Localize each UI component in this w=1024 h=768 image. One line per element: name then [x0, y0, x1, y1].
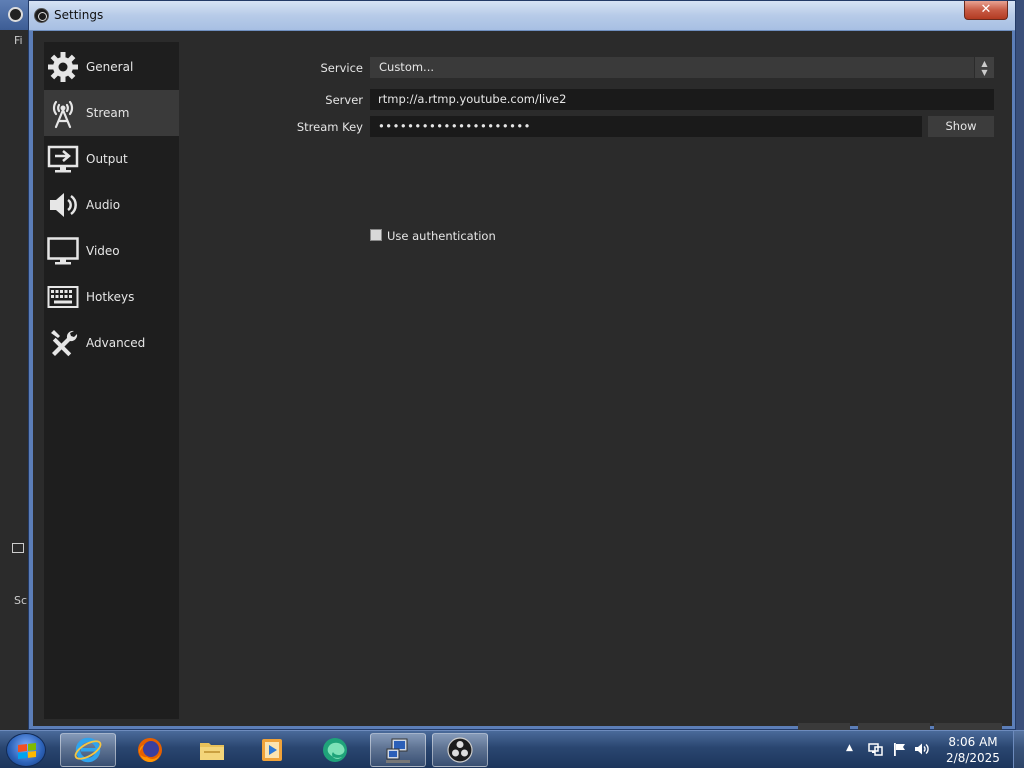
taskbar-obs[interactable]: [432, 733, 488, 767]
close-button[interactable]: ✕: [964, 1, 1008, 20]
taskbar-network-setup[interactable]: [370, 733, 426, 767]
service-select[interactable]: Custom... ▲ ▼: [370, 57, 994, 78]
sidebar-item-output[interactable]: Output: [44, 136, 179, 182]
firefox-icon: [138, 738, 162, 763]
service-label: Service: [320, 61, 363, 75]
taskbar-media-player[interactable]: [244, 733, 300, 767]
sidebar-item-label: Output: [86, 152, 128, 166]
cancel-button[interactable]: [858, 723, 930, 730]
edge-icon: [323, 738, 347, 762]
show-key-button[interactable]: Show: [928, 116, 994, 137]
sidebar-item-label: General: [86, 60, 134, 74]
media-player-icon: [262, 739, 282, 761]
network-icon[interactable]: [867, 741, 883, 757]
taskbar-file-explorer[interactable]: [184, 733, 240, 767]
file-explorer-icon: [200, 743, 224, 760]
clock-date: 2/8/2025: [946, 751, 1000, 765]
show-desktop-button[interactable]: [1013, 731, 1024, 768]
sidebar-item-label: Stream: [86, 106, 130, 120]
taskbar-firefox[interactable]: [122, 733, 178, 767]
sidebar-item-general[interactable]: General: [44, 44, 179, 90]
windows-logo-icon: [18, 743, 36, 759]
server-input[interactable]: rtmp://a.rtmp.youtube.com/live2: [370, 89, 994, 110]
server-label: Server: [325, 93, 363, 107]
stream-key-input[interactable]: •••••••••••••••••••••: [370, 116, 922, 137]
settings-sidebar: General Stream Output Audio Video Hotkey…: [44, 42, 179, 719]
service-value: Custom...: [379, 60, 435, 74]
sidebar-item-stream[interactable]: Stream: [44, 90, 179, 136]
apply-button[interactable]: [934, 723, 1002, 730]
taskbar-clock[interactable]: 8:06 AM 2/8/2025: [935, 734, 1011, 766]
background-menu-text: Fi: [14, 34, 23, 47]
sidebar-item-hotkeys[interactable]: Hotkeys: [44, 274, 179, 320]
obs-icon: [34, 8, 49, 23]
sidebar-item-advanced[interactable]: Advanced: [44, 320, 179, 366]
clock-time: 8:06 AM: [948, 735, 998, 749]
monitor-icon: [46, 234, 80, 268]
monitor-icon: [12, 543, 24, 553]
output-monitor-icon: [46, 142, 80, 176]
sidebar-item-label: Hotkeys: [86, 290, 135, 304]
obs-icon: [447, 737, 473, 763]
start-button[interactable]: [6, 733, 46, 767]
background-app-titlebar: [0, 0, 30, 30]
obs-icon: [8, 7, 23, 22]
chevron-updown-icon: ▲ ▼: [974, 57, 994, 78]
volume-icon[interactable]: [914, 741, 930, 757]
use-authentication-checkbox[interactable]: [370, 229, 382, 241]
taskbar-edge[interactable]: [307, 733, 363, 767]
settings-window: Settings ✕ General Stream Output Audio V…: [28, 0, 1016, 730]
use-authentication-label[interactable]: Use authentication: [387, 229, 496, 243]
keyboard-icon: [46, 280, 80, 314]
network-setup-icon: [386, 738, 410, 763]
speaker-icon: [46, 188, 80, 222]
action-center-flag-icon[interactable]: [892, 741, 908, 757]
background-panel-text: Sc: [14, 594, 28, 607]
background-app-window: Fi Sc: [0, 0, 30, 730]
gear-icon: [46, 50, 80, 84]
tools-icon: [46, 326, 80, 360]
sidebar-item-label: Audio: [86, 198, 121, 212]
sidebar-item-label: Video: [86, 244, 120, 258]
internet-explorer-icon: [74, 737, 102, 763]
antenna-icon: [46, 96, 80, 130]
sidebar-item-label: Advanced: [86, 336, 146, 350]
ok-button[interactable]: [798, 723, 850, 730]
show-hidden-icons-arrow-icon[interactable]: ▲: [846, 743, 853, 753]
window-titlebar[interactable]: Settings ✕: [29, 1, 1015, 31]
sidebar-item-video[interactable]: Video: [44, 228, 179, 274]
sidebar-item-audio[interactable]: Audio: [44, 182, 179, 228]
taskbar: ▲ 8:06 AM 2/8/2025: [0, 730, 1024, 768]
stream-key-label: Stream Key: [296, 120, 363, 134]
taskbar-internet-explorer[interactable]: [60, 733, 116, 767]
window-title: Settings: [54, 8, 104, 22]
settings-client-area: General Stream Output Audio Video Hotkey…: [33, 31, 1012, 726]
